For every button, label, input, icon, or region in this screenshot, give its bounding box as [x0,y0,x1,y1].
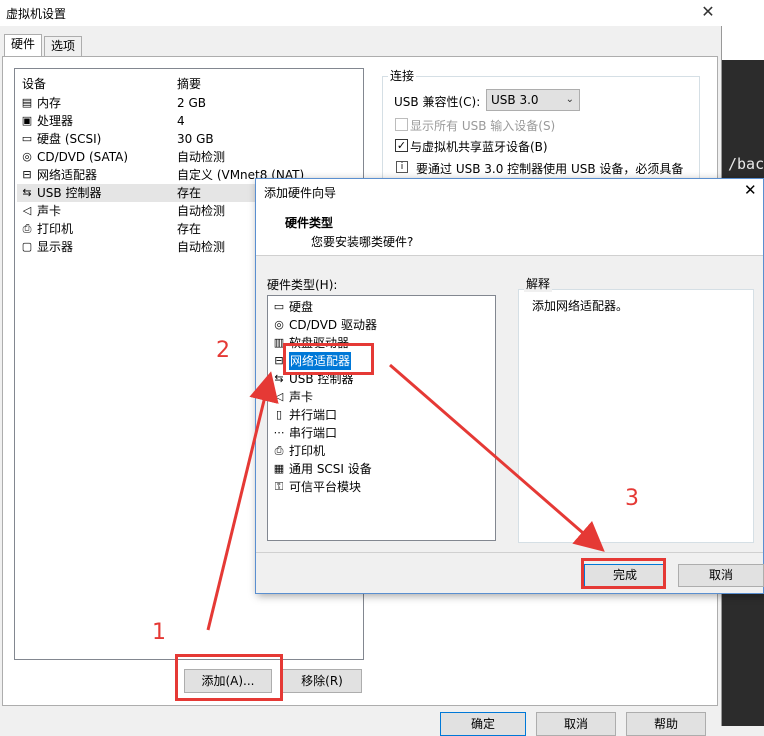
tab-options[interactable]: 选项 [44,36,83,56]
cd-icon: ◎ [22,150,32,163]
hw-item-printer[interactable]: ⎙ 打印机 [270,442,494,460]
wizard-cancel-button[interactable]: 取消 [678,564,764,587]
wizard-header: 硬件类型 您要安装哪类硬件? [256,203,763,256]
wizard-close-icon[interactable]: ✕ [744,181,757,199]
help-button[interactable]: 帮助 [626,712,706,736]
wizard-title: 添加硬件向导 [264,186,337,200]
wizard-header-title: 硬件类型 [285,216,334,230]
explanation-text: 添加网络适配器。 [532,299,629,313]
share-bluetooth-label: 与虚拟机共享蓝牙设备(B) [410,140,548,154]
tab-hardware-label: 硬件 [11,37,36,51]
highlight-add-button [175,654,283,701]
device-name: 内存 [37,96,62,110]
hw-item-tpm[interactable]: ⚿ 可信平台模块 [270,478,494,496]
connection-legend: 连接 [388,67,417,84]
hw-item-parallel[interactable]: ▯ 并行端口 [270,406,494,424]
device-name: 打印机 [37,222,74,236]
hw-item-label: 串行端口 [289,426,338,440]
close-icon[interactable]: ✕ [697,1,719,23]
tpm-icon: ⚿ [274,480,284,493]
disk-icon: ▭ [21,132,33,145]
network-icon: ⊟ [22,168,32,181]
device-row-memory[interactable]: ▤ 内存 2 GB [17,94,363,112]
device-row-cd[interactable]: ◎ CD/DVD (SATA) 自动检测 [17,148,363,166]
hw-item-label: 打印机 [289,444,326,458]
hw-item-sound[interactable]: ◁ 声卡 [270,388,494,406]
cancel-button[interactable]: 取消 [536,712,616,736]
add-hardware-wizard: 添加硬件向导 ✕ 硬件类型 您要安装哪类硬件? 硬件类型(H): ▭ 硬盘 ◎ … [255,178,764,594]
hw-item-label: 并行端口 [289,408,338,422]
hw-item-cd[interactable]: ◎ CD/DVD 驱动器 [270,316,494,334]
hw-item-label: 通用 SCSI 设备 [289,462,372,476]
step-number-1: 1 [152,620,166,645]
device-summary: 自动检测 [177,150,226,164]
step-number-3: 3 [625,486,639,511]
hw-item-disk[interactable]: ▭ 硬盘 [270,298,494,316]
usb-compat-value: USB 3.0 [491,93,539,107]
hardware-type-label: 硬件类型(H): [267,278,338,292]
device-summary: 自动检测 [177,204,226,218]
wizard-title-bar: 添加硬件向导 ✕ [256,179,763,203]
sound-icon: ◁ [22,204,32,217]
hw-item-label: CD/DVD 驱动器 [289,318,377,332]
display-icon: ▢ [21,240,33,253]
remove-button[interactable]: 移除(R) [282,669,362,693]
printer-icon: ⎙ [22,222,32,235]
chevron-down-icon: ⌄ [565,94,574,105]
highlight-finish-button [581,558,666,589]
tab-options-label: 选项 [51,39,76,53]
sound-icon: ◁ [274,390,284,403]
scsi-icon: ▦ [273,462,285,475]
explanation-title: 解释 [524,275,553,292]
device-name: CD/DVD (SATA) [37,150,129,164]
share-bluetooth-checkbox[interactable]: ✓ [395,139,408,152]
device-name: 网络适配器 [37,168,98,182]
title-bar: 虚拟机设置 ✕ [0,0,722,26]
device-summary: 4 [177,114,185,128]
printer-icon: ⎙ [274,444,284,457]
device-column-header: 设备 [22,77,47,91]
summary-column-header: 摘要 [177,77,202,91]
device-summary: 30 GB [177,132,214,146]
info-text: 要通过 USB 3.0 控制器使用 USB 设备，必须具备 [416,162,684,176]
hw-item-label: 硬盘 [289,300,314,314]
usb-compat-label: USB 兼容性(C): [394,95,481,109]
device-summary: 自动检测 [177,240,226,254]
device-row-cpu[interactable]: ▣ 处理器 4 [17,112,363,130]
terminal-text: /bac [728,155,764,173]
hw-item-serial[interactable]: ⋯ 串行端口 [270,424,494,442]
memory-icon: ▤ [21,96,33,109]
device-name: 声卡 [37,204,62,218]
hw-item-scsi[interactable]: ▦ 通用 SCSI 设备 [270,460,494,478]
cpu-icon: ▣ [21,114,33,127]
show-all-usb-checkbox[interactable] [395,118,408,131]
device-name: USB 控制器 [37,186,102,200]
tab-hardware[interactable]: 硬件 [4,34,43,57]
wizard-header-subtitle: 您要安装哪类硬件? [311,235,414,249]
show-all-usb-label: 显示所有 USB 输入设备(S) [410,119,556,133]
highlight-network-adapter [283,343,374,375]
cd-icon: ◎ [274,318,284,331]
dialog-title: 虚拟机设置 [6,7,67,21]
step-number-2: 2 [216,338,230,363]
device-name: 显示器 [37,240,74,254]
hardware-type-list[interactable]: ▭ 硬盘 ◎ CD/DVD 驱动器 ▥ 软盘驱动器 ⊟ 网络适配器 ⇆ USB … [267,295,496,541]
hw-item-label: 声卡 [289,390,314,404]
hw-item-label: 可信平台模块 [289,480,362,494]
device-row-disk[interactable]: ▭ 硬盘 (SCSI) 30 GB [17,130,363,148]
serial-port-icon: ⋯ [273,426,285,439]
device-summary: 2 GB [177,96,206,110]
disk-icon: ▭ [273,300,285,313]
usb-icon: ⇆ [22,186,32,199]
info-icon: i [396,161,408,173]
device-name: 硬盘 (SCSI) [37,132,102,146]
usb-compat-select[interactable]: USB 3.0 ⌄ [486,89,580,111]
wizard-footer-divider [256,552,763,553]
device-summary: 存在 [177,186,202,200]
device-summary: 存在 [177,222,202,236]
parallel-port-icon: ▯ [275,408,283,421]
device-name: 处理器 [37,114,74,128]
ok-button[interactable]: 确定 [440,712,526,736]
